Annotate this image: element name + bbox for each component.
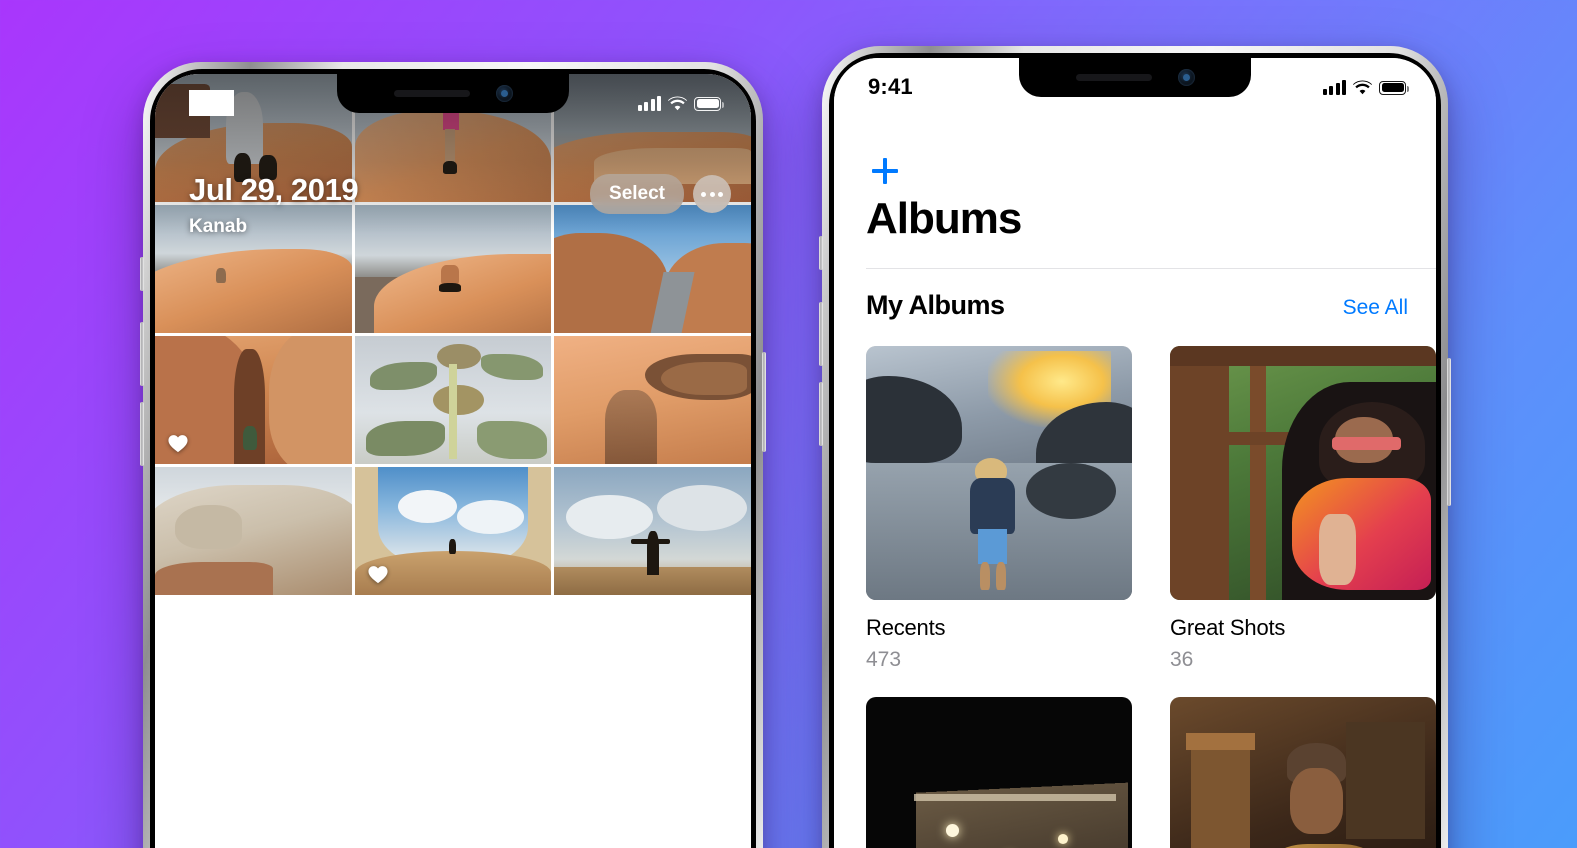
- volume-down-button[interactable]: [140, 402, 144, 466]
- see-all-link[interactable]: See All: [1343, 296, 1408, 320]
- earpiece-speaker-icon: [393, 90, 470, 97]
- photo-thumbnail[interactable]: [554, 205, 751, 333]
- left-phone-screen: Jul 29, 2019 Kanab Select 9:41: [155, 74, 751, 848]
- photo-thumbnail[interactable]: [554, 467, 751, 595]
- album-thumbnail: [866, 697, 1132, 848]
- album-item[interactable]: [1170, 697, 1436, 848]
- left-phone: Jul 29, 2019 Kanab Select 9:41: [140, 62, 766, 848]
- photo-thumbnail[interactable]: [354, 467, 552, 595]
- album-thumbnail: [1170, 697, 1436, 848]
- divider: [866, 268, 1436, 269]
- section-header: My Albums See All: [866, 290, 1408, 321]
- ellipsis-dot: [718, 191, 723, 197]
- album-count: 473: [866, 648, 902, 671]
- power-button[interactable]: [1447, 358, 1451, 506]
- album-thumbnail: [866, 346, 1132, 600]
- albums-page: Albums My Albums See All Recents 473 Gre…: [834, 58, 1436, 848]
- volume-up-button[interactable]: [140, 322, 144, 386]
- grid-header: Jul 29, 2019 Kanab: [189, 172, 359, 238]
- photo-thumbnail[interactable]: [354, 336, 552, 464]
- right-phone: Albums My Albums See All Recents 473 Gre…: [819, 46, 1451, 848]
- select-button[interactable]: Select: [590, 174, 684, 214]
- status-time: 9:41: [868, 74, 913, 99]
- mute-switch[interactable]: [819, 236, 823, 270]
- photo-thumbnail[interactable]: [554, 336, 751, 464]
- album-item[interactable]: Recents 473: [866, 346, 1132, 672]
- wifi-icon: [1353, 79, 1372, 95]
- photo-thumbnail[interactable]: [354, 205, 552, 333]
- photo-thumbnail[interactable]: [155, 336, 352, 464]
- page-title: Albums: [866, 194, 1022, 243]
- earpiece-speaker-icon: [1075, 74, 1152, 81]
- album-name: Great Shots: [1170, 615, 1286, 640]
- album-count: 36: [1170, 648, 1194, 671]
- mute-switch[interactable]: [140, 257, 144, 291]
- album-item[interactable]: Great Shots 36: [1170, 346, 1436, 672]
- power-button[interactable]: [762, 352, 766, 452]
- front-camera-icon: [495, 85, 513, 102]
- grid-actions: Select: [590, 174, 731, 214]
- favorite-heart-icon: [168, 435, 188, 453]
- battery-icon: [1379, 80, 1409, 95]
- volume-down-button[interactable]: [819, 382, 823, 446]
- album-item[interactable]: [866, 697, 1132, 848]
- plus-icon[interactable]: [868, 154, 902, 188]
- right-phone-screen: Albums My Albums See All Recents 473 Gre…: [834, 58, 1436, 848]
- notch: [337, 74, 569, 113]
- ellipsis-icon[interactable]: [693, 175, 731, 213]
- volume-up-button[interactable]: [819, 302, 823, 366]
- photo-thumbnail[interactable]: [155, 467, 352, 595]
- favorite-heart-icon: [368, 566, 388, 584]
- section-title: My Albums: [866, 290, 1005, 320]
- signal-bars-icon: [1322, 79, 1346, 95]
- front-camera-icon: [1177, 69, 1195, 86]
- album-name: Recents: [866, 615, 946, 640]
- album-grid: Recents 473 Great Shots 36: [866, 346, 1436, 848]
- ellipsis-dot: [709, 191, 715, 197]
- album-thumbnail: [1170, 346, 1436, 600]
- notch: [1019, 58, 1251, 97]
- ellipsis-dot: [701, 191, 706, 197]
- grid-date-label: Jul 29, 2019: [189, 172, 359, 207]
- grid-place-label: Kanab: [189, 216, 248, 237]
- status-icons: [1322, 79, 1409, 95]
